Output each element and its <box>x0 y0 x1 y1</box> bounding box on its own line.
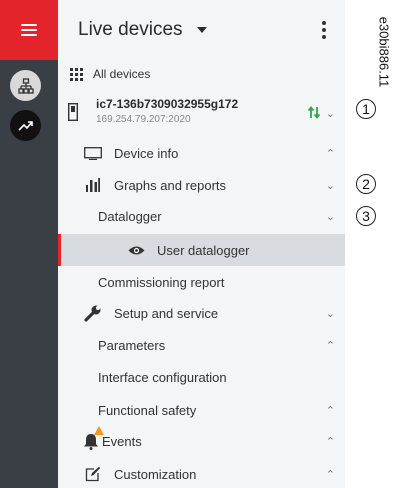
more-icon[interactable] <box>322 21 326 39</box>
trend-icon <box>17 120 33 131</box>
network-icon <box>17 77 34 94</box>
datalogger-label: Datalogger <box>98 208 162 224</box>
chevron-down-icon[interactable]: ⌄ <box>326 107 335 120</box>
setup-service-label: Setup and service <box>114 305 219 321</box>
sync-icon <box>307 106 321 122</box>
chevron-up-icon[interactable]: ⌃ <box>326 435 335 448</box>
figure-id-label: e30bi886.11 <box>366 4 402 100</box>
device-ip: 169.254.79.207:2020 <box>96 114 191 125</box>
commissioning-report-label: Commissioning report <box>98 274 225 290</box>
device-info-item[interactable]: Device info ⌃ <box>58 140 345 166</box>
caret-down-icon[interactable] <box>196 27 207 33</box>
setup-service-item[interactable]: Setup and service ⌄ <box>58 300 345 326</box>
interface-configuration-item[interactable]: Interface configuration <box>58 364 345 390</box>
wrench-icon <box>82 304 104 322</box>
figure-id: e30bi886.11 <box>376 16 392 88</box>
commissioning-report-item[interactable]: Commissioning report <box>58 269 345 295</box>
customization-item[interactable]: Customization ⌃ <box>58 461 345 487</box>
events-item[interactable]: Events ⌃ <box>58 425 345 454</box>
chevron-down-icon[interactable]: ⌄ <box>326 307 335 320</box>
panel-title[interactable]: Live devices <box>78 19 183 41</box>
left-rail <box>0 0 58 488</box>
monitor-icon <box>82 146 104 160</box>
device-info-label: Device info <box>114 145 179 161</box>
warning-icon <box>94 425 104 435</box>
chevron-up-icon[interactable]: ⌃ <box>326 404 335 417</box>
eye-icon <box>128 245 145 256</box>
user-datalogger-item[interactable]: User datalogger <box>58 234 345 266</box>
edit-icon <box>82 466 104 482</box>
callout-1: 1 <box>356 99 376 119</box>
bar-chart-icon <box>82 178 104 192</box>
trend-button[interactable] <box>10 110 41 141</box>
device-name: ic7-136b7309032955g172 <box>96 97 239 111</box>
functional-safety-label: Functional safety <box>98 402 197 418</box>
callout-2: 2 <box>356 174 376 194</box>
graphs-reports-label: Graphs and reports <box>114 177 227 193</box>
panel-header: Live devices <box>58 0 345 60</box>
callout-3: 3 <box>356 206 376 226</box>
device-panel: Live devices All devices ic7-136b7309032… <box>58 0 345 488</box>
network-button[interactable] <box>10 70 41 101</box>
chevron-down-icon[interactable]: ⌄ <box>326 210 335 223</box>
all-devices-label: All devices <box>93 67 151 81</box>
parameters-item[interactable]: Parameters ⌃ <box>58 332 345 358</box>
user-datalogger-label: User datalogger <box>157 242 250 258</box>
device-item[interactable]: ic7-136b7309032955g172 169.254.79.207:20… <box>58 90 345 136</box>
chevron-down-icon[interactable]: ⌄ <box>326 179 335 192</box>
events-label: Events <box>102 433 142 449</box>
parameters-label: Parameters <box>98 337 166 353</box>
customization-label: Customization <box>114 466 197 482</box>
grid-icon <box>68 67 84 81</box>
chevron-up-icon[interactable]: ⌃ <box>326 468 335 481</box>
graphs-reports-item[interactable]: Graphs and reports ⌄ <box>58 172 345 198</box>
chevron-up-icon[interactable]: ⌃ <box>326 147 335 160</box>
chevron-up-icon[interactable]: ⌃ <box>326 339 335 352</box>
all-devices-item[interactable]: All devices <box>58 62 345 86</box>
drive-icon <box>68 103 78 121</box>
bell-icon <box>82 425 104 450</box>
selection-indicator <box>58 234 61 266</box>
datalogger-item[interactable]: Datalogger ⌄ <box>58 203 345 229</box>
hamburger-icon <box>21 24 37 36</box>
interface-configuration-label: Interface configuration <box>98 369 227 385</box>
functional-safety-item[interactable]: Functional safety ⌃ <box>58 397 345 423</box>
menu-button[interactable] <box>0 0 58 60</box>
